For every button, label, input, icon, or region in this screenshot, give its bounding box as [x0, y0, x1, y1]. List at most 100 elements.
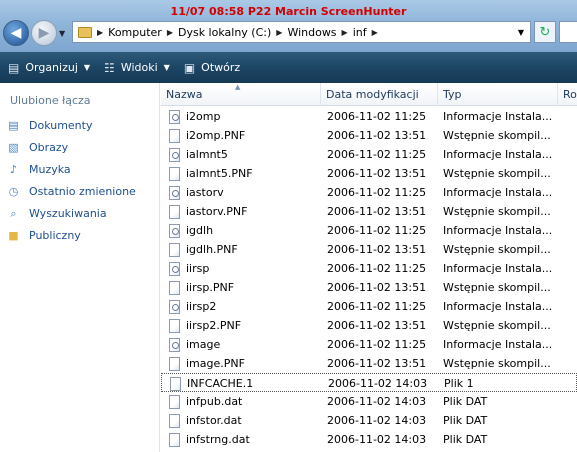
file-row[interactable]: image 2006-11-02 11:25 Informacje Instala.… [161, 335, 577, 354]
back-button[interactable]: ◀ [3, 20, 29, 46]
column-size[interactable]: Ro [558, 83, 577, 106]
chevron-right-icon[interactable]: ▶ [372, 28, 378, 37]
file-date-modified: 2006-11-02 11:25 [327, 148, 427, 161]
back-arrow-icon: ◀ [10, 25, 22, 41]
file-icon [169, 392, 182, 411]
file-row[interactable]: iirsp 2006-11-02 11:25 Informacje Instala.… [161, 259, 577, 278]
file-date-modified: 2006-11-02 13:51 [327, 129, 427, 142]
file-icon [169, 240, 182, 259]
file-row[interactable]: iirsp2 2006-11-02 11:25 Informacje Instala… [161, 297, 577, 316]
file-date-modified: 2006-11-02 13:51 [327, 319, 427, 332]
file-row[interactable]: infpub.dat 2006-11-02 14:03 Plik DAT [161, 392, 577, 411]
file-row[interactable]: infstor.dat 2006-11-02 14:03 Plik DAT [161, 411, 577, 430]
chevron-right-icon[interactable]: ▶ [342, 28, 348, 37]
sidebar-item-label: Publiczny [29, 228, 81, 242]
file-name: infstrng.dat [186, 433, 250, 446]
sidebar-item[interactable]: ⌕ Wyszukiwania [7, 205, 106, 221]
sidebar-item-label: Ostatnio zmienione [29, 184, 136, 198]
file-row[interactable]: i2omp.PNF 2006-11-02 13:51 Wstępnie skompi… [161, 126, 577, 145]
setup-info-file-icon [169, 259, 182, 278]
column-header-row: Nazwa ▲ Data modyfikacji Typ Ro [161, 83, 577, 106]
recent-pages-dropdown[interactable]: ▼ [59, 29, 65, 38]
file-list: Nazwa ▲ Data modyfikacji Typ Ro i2omp 200… [161, 83, 577, 452]
file-type: Wstępnie skompil... [443, 357, 551, 370]
breadcrumb-computer[interactable]: Komputer [108, 26, 162, 39]
breadcrumb-inf[interactable]: inf [353, 26, 367, 39]
address-bar[interactable]: ▶ Komputer ▶ Dysk lokalny (C:) ▶ Windows… [72, 21, 531, 43]
sidebar-item[interactable]: ◷ Ostatnio zmienione [7, 183, 136, 199]
file-date-modified: 2006-11-02 13:51 [327, 357, 427, 370]
file-type: Informacje Instala... [443, 300, 553, 313]
address-dropdown-icon[interactable]: ▼ [518, 28, 524, 37]
file-name: iirsp2 [186, 300, 217, 313]
search-input[interactable] [559, 21, 577, 43]
file-name: infpub.dat [186, 395, 243, 408]
column-type[interactable]: Typ [438, 83, 558, 106]
file-date-modified: 2006-11-02 13:51 [327, 205, 427, 218]
refresh-button[interactable]: ↻ [534, 21, 556, 43]
file-name: infstor.dat [186, 414, 242, 427]
file-type: Wstępnie skompil... [443, 243, 551, 256]
chevron-right-icon[interactable]: ▶ [97, 28, 103, 37]
file-name: image [186, 338, 221, 351]
file-row[interactable]: infstrng.dat 2006-11-02 14:03 Plik DAT [161, 430, 577, 449]
breadcrumb-windows[interactable]: Windows [287, 26, 336, 39]
sidebar-item[interactable]: ▤ Dokumenty [7, 117, 92, 133]
folder-icon: ■ [8, 228, 19, 242]
file-date-modified: 2006-11-02 11:25 [327, 300, 427, 313]
file-name: igdlh [186, 224, 214, 237]
file-row[interactable]: image.PNF 2006-11-02 13:51 Wstępnie skompi… [161, 354, 577, 373]
forward-button[interactable]: ▶ [31, 20, 57, 46]
favorite-links-header: Ulubione łącza [10, 94, 91, 107]
file-type: Informacje Instala... [443, 224, 553, 237]
file-icon [169, 126, 182, 145]
file-row[interactable]: igdlh 2006-11-02 11:25 Informacje Instala.… [161, 221, 577, 240]
refresh-icon: ↻ [539, 24, 551, 40]
file-date-modified: 2006-11-02 13:51 [327, 167, 427, 180]
organize-label: Organizuj [25, 61, 78, 74]
file-type: Plik DAT [443, 414, 488, 427]
file-name: iastorv [186, 186, 224, 199]
file-type: Wstępnie skompil... [443, 129, 551, 142]
file-icon [169, 354, 182, 373]
column-name[interactable]: Nazwa [161, 83, 321, 106]
sidebar-item[interactable]: ♪ Muzyka [7, 161, 71, 177]
file-row[interactable]: iirsp2.PNF 2006-11-02 13:51 Wstępnie skomp… [161, 316, 577, 335]
file-date-modified: 2006-11-02 11:25 [327, 262, 427, 275]
open-button[interactable]: ▣ Otwórz [184, 61, 240, 75]
file-date-modified: 2006-11-02 11:25 [327, 338, 427, 351]
column-date-modified[interactable]: Data modyfikacji [321, 83, 438, 106]
file-row[interactable]: ialmnt5.PNF 2006-11-02 13:51 Wstępnie skom… [161, 164, 577, 183]
views-button[interactable]: ☷ Widoki ▼ [104, 61, 170, 75]
organize-button[interactable]: ▤ Organizuj ▼ [8, 61, 90, 75]
file-row[interactable]: iastorv.PNF 2006-11-02 13:51 Wstępnie skom… [161, 202, 577, 221]
file-name: iirsp2.PNF [186, 319, 242, 332]
file-type: Wstępnie skompil... [443, 281, 551, 294]
file-row[interactable]: i2omp 2006-11-02 11:25 Informacje Instala.… [161, 107, 577, 126]
forward-arrow-icon: ▶ [38, 25, 50, 41]
breadcrumb-local-disk[interactable]: Dysk lokalny (C:) [178, 26, 271, 39]
file-icon [169, 316, 182, 335]
file-type: Informacje Instala... [443, 262, 553, 275]
file-date-modified: 2006-11-02 14:03 [328, 377, 428, 390]
file-type: Wstępnie skompil... [443, 167, 551, 180]
sidebar-item[interactable]: ▧ Obrazy [7, 139, 68, 155]
file-row[interactable]: INFCACHE.1 2006-11-02 14:03 Plik 1 [161, 373, 577, 392]
sidebar-item[interactable]: ■ Publiczny [7, 227, 81, 243]
search-folder-icon: ⌕ [10, 206, 17, 220]
file-type: Informacje Instala... [443, 148, 553, 161]
file-row[interactable]: iirsp.PNF 2006-11-02 13:51 Wstępnie skompi… [161, 278, 577, 297]
recent-icon: ◷ [8, 184, 19, 198]
file-icon [169, 430, 182, 449]
file-row[interactable]: iastorv 2006-11-02 11:25 Informacje Instal… [161, 183, 577, 202]
sidebar-item-label: Obrazy [29, 140, 69, 154]
file-name: ialmnt5 [186, 148, 228, 161]
chevron-right-icon[interactable]: ▶ [167, 28, 173, 37]
file-date-modified: 2006-11-02 11:25 [327, 186, 427, 199]
file-type: Wstępnie skompil... [443, 319, 551, 332]
folder-icon [78, 26, 92, 38]
file-type: Plik DAT [443, 433, 488, 446]
file-row[interactable]: ialmnt5 2006-11-02 11:25 Informacje Instal… [161, 145, 577, 164]
file-row[interactable]: igdlh.PNF 2006-11-02 13:51 Wstępnie skompi… [161, 240, 577, 259]
chevron-right-icon[interactable]: ▶ [276, 28, 282, 37]
